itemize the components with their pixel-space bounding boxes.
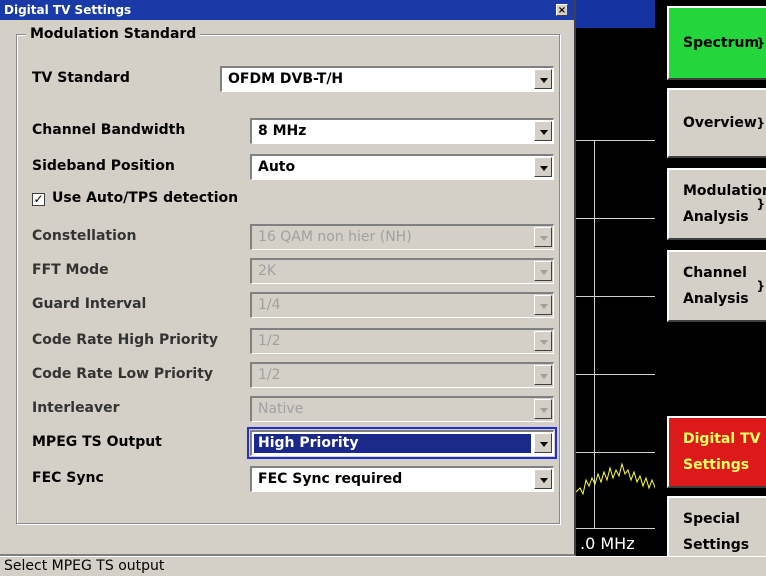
chevron-down-icon [534,365,552,385]
softkey-modulation-analysis[interactable]: Modulation Analysis } [667,168,766,240]
softkey-panel: Spectrum } Overview } Modulation Analysi… [655,0,766,576]
grid-line [576,296,656,297]
softkey-label: Spectrum [683,35,760,51]
grid-line [576,218,656,219]
softkey-label: Overview [683,115,757,131]
softkey-spectrum[interactable]: Spectrum } [667,6,766,80]
softkey-label: Channel [683,265,747,281]
code-rate-low-value: 1/2 [258,367,281,383]
chevron-down-icon[interactable] [534,121,552,141]
spectrum-trace [576,462,656,496]
chevron-down-icon [534,331,552,351]
grid-line [576,140,656,141]
mpeg-ts-output-value: High Priority [258,435,359,451]
status-text: Select MPEG TS output [4,558,165,574]
interleaver-value: Native [258,401,304,417]
constellation-label: Constellation [32,228,137,244]
grid-line [576,374,656,375]
auto-tps-checkbox[interactable]: ✓ [32,193,45,206]
softkey-digital-tv-settings[interactable]: Digital TV Settings [667,416,766,488]
dialog-title: Digital TV Settings [4,3,132,17]
fft-mode-select: 2K [250,258,554,284]
auto-tps-label[interactable]: Use Auto/TPS detection [52,190,238,206]
chevron-down-icon[interactable] [534,433,552,453]
chevron-down-icon [534,261,552,281]
dialog-title-bar[interactable]: Digital TV Settings × [0,0,574,20]
submenu-arrow-icon: } [756,197,765,211]
mpeg-ts-output-select[interactable]: High Priority [247,427,557,459]
submenu-arrow-icon: } [756,279,765,293]
softkey-label: Modulation [683,183,766,199]
submenu-arrow-icon: } [756,36,765,50]
softkey-channel-analysis[interactable]: Channel Analysis } [667,250,766,322]
softkey-label: Analysis [683,291,749,307]
chevron-down-icon [534,295,552,315]
status-bar: Select MPEG TS output [0,556,766,576]
chevron-down-icon[interactable] [534,157,552,177]
tv-standard-value: OFDM DVB-T/H [228,71,344,87]
chevron-down-icon [534,399,552,419]
fft-mode-value: 2K [258,263,277,279]
code-rate-high-select: 1/2 [250,328,554,354]
guard-interval-label: Guard Interval [32,296,147,312]
softkey-overview[interactable]: Overview } [667,88,766,158]
frequency-label: .0 MHz [580,534,635,553]
code-rate-low-select: 1/2 [250,362,554,388]
softkey-label: Analysis [683,209,749,225]
fec-sync-label: FEC Sync [32,470,104,486]
fec-sync-select[interactable]: FEC Sync required [250,466,554,492]
chevron-down-icon [534,227,552,247]
trace-window [576,0,656,556]
code-rate-low-label: Code Rate Low Priority [32,366,214,382]
softkey-label: Digital TV [683,431,761,447]
sideband-position-select[interactable]: Auto [250,154,554,180]
softkey-label: Settings [683,537,750,553]
constellation-select: 16 QAM non hier (NH) [250,224,554,250]
grid-line [576,528,656,529]
fft-mode-label: FFT Mode [32,262,109,278]
chevron-down-icon[interactable] [534,469,552,489]
softkey-label: Special [683,511,740,527]
interleaver-label: Interleaver [32,400,120,416]
submenu-arrow-icon: } [756,116,765,130]
channel-bandwidth-select[interactable]: 8 MHz [250,118,554,144]
chevron-down-icon[interactable] [534,69,552,89]
guard-interval-value: 1/4 [258,297,281,313]
tv-standard-label: TV Standard [32,70,130,86]
softkey-label: Settings [683,457,750,473]
code-rate-high-value: 1/2 [258,333,281,349]
close-icon[interactable]: × [556,4,568,16]
trace-title-bar [576,0,656,28]
group-title: Modulation Standard [26,26,201,42]
guard-interval-select: 1/4 [250,292,554,318]
fec-sync-value: FEC Sync required [258,471,403,487]
code-rate-high-label: Code Rate High Priority [32,332,219,348]
digital-tv-settings-dialog: Digital TV Settings × Modulation Standar… [0,0,576,556]
tv-standard-select[interactable]: OFDM DVB-T/H [220,66,554,92]
interleaver-select: Native [250,396,554,422]
constellation-value: 16 QAM non hier (NH) [258,229,412,245]
sideband-position-value: Auto [258,159,296,175]
mpeg-ts-output-label: MPEG TS Output [32,434,162,450]
sideband-position-label: Sideband Position [32,158,175,174]
channel-bandwidth-value: 8 MHz [258,123,307,139]
channel-bandwidth-label: Channel Bandwidth [32,122,186,138]
